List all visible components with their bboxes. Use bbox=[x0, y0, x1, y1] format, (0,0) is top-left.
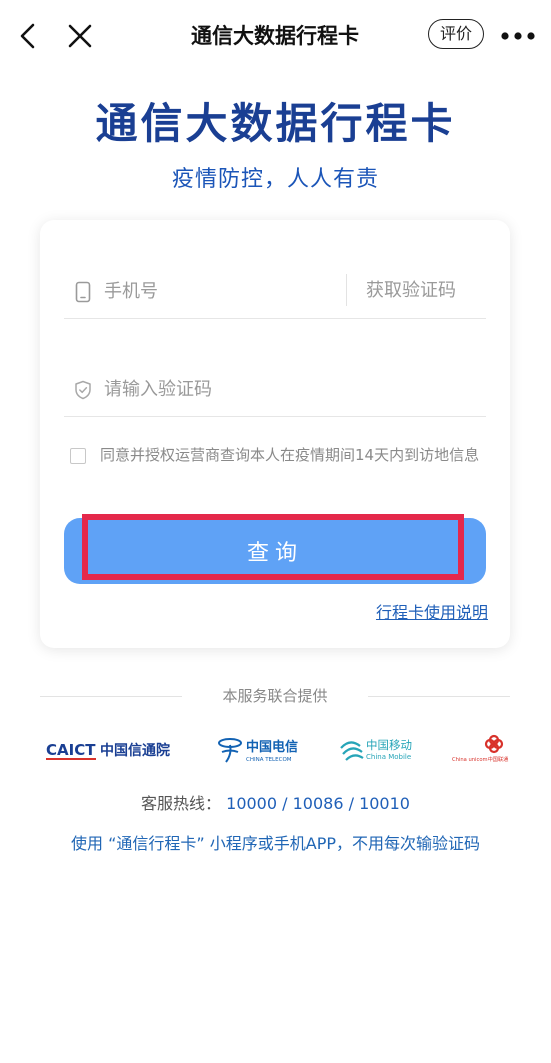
china-telecom-logo: 中国电信 CHINA TELECOM bbox=[216, 730, 312, 770]
nav-title: 通信大数据行程卡 bbox=[191, 24, 359, 48]
login-card: 获取验证码 同意并授权运营商查询本人在疫情期间14天内到访地信息 查询 行程卡使… bbox=[40, 220, 510, 648]
back-button[interactable] bbox=[12, 18, 44, 54]
close-icon bbox=[68, 24, 92, 48]
phone-icon bbox=[72, 280, 94, 304]
rate-button[interactable]: 评价 bbox=[428, 19, 484, 49]
providers-label: 本服务联合提供 bbox=[222, 687, 328, 705]
close-button[interactable] bbox=[62, 18, 98, 54]
caict-logo: CAICT 中国信通院 bbox=[46, 730, 186, 770]
page-title: 通信大数据行程卡 bbox=[95, 99, 456, 148]
china-unicom-logo: China unicom中国联通 bbox=[450, 730, 510, 770]
shield-check-icon bbox=[72, 378, 94, 402]
top-nav-bar: 通信大数据行程卡 评价 bbox=[0, 0, 551, 72]
consent-checkbox[interactable] bbox=[70, 448, 86, 464]
hotline-numbers[interactable]: 10000 / 10086 / 10010 bbox=[226, 794, 410, 813]
consent-text: 同意并授权运营商查询本人在疫情期间14天内到访地信息 bbox=[100, 446, 480, 464]
telecom-name: 中国电信 bbox=[246, 739, 298, 755]
app-tip: 使用 “通信行程卡” 小程序或手机APP，不用每次输验证码 bbox=[71, 834, 480, 853]
page-subtitle: 疫情防控，人人有责 bbox=[171, 167, 379, 192]
provider-logos: CAICT 中国信通院 中国电信 CHINA TELECOM 中国移动 Chin… bbox=[40, 730, 510, 770]
usage-guide-link[interactable]: 行程卡使用说明 bbox=[358, 602, 488, 624]
get-code-button[interactable]: 获取验证码 bbox=[366, 276, 486, 306]
divider-line bbox=[40, 696, 182, 697]
unicom-name: China unicom中国联通 bbox=[452, 755, 509, 763]
mobile-en: China Mobile bbox=[366, 753, 411, 761]
verification-code-input[interactable] bbox=[104, 374, 334, 404]
mobile-name: 中国移动 bbox=[366, 738, 412, 752]
query-button[interactable]: 查询 bbox=[64, 518, 486, 584]
telecom-en: CHINA TELECOM bbox=[246, 757, 292, 763]
code-row bbox=[64, 366, 486, 417]
chevron-left-icon bbox=[20, 23, 35, 49]
more-button[interactable] bbox=[496, 22, 540, 50]
divider-line bbox=[368, 696, 510, 697]
phone-row: 获取验证码 bbox=[64, 268, 486, 319]
hotline: 客服热线： 10000 / 10086 / 10010 bbox=[0, 792, 551, 816]
more-dots-icon bbox=[501, 32, 535, 40]
caict-name: 中国信通院 bbox=[100, 742, 170, 759]
providers-heading: 本服务联合提供 bbox=[40, 684, 510, 708]
caict-mark: CAICT bbox=[46, 741, 96, 759]
query-button-label: 查询 bbox=[246, 541, 303, 566]
china-mobile-logo: 中国移动 China Mobile bbox=[338, 730, 428, 770]
hotline-label: 客服热线： bbox=[141, 794, 222, 813]
phone-input[interactable] bbox=[104, 276, 334, 306]
field-divider bbox=[346, 274, 347, 306]
